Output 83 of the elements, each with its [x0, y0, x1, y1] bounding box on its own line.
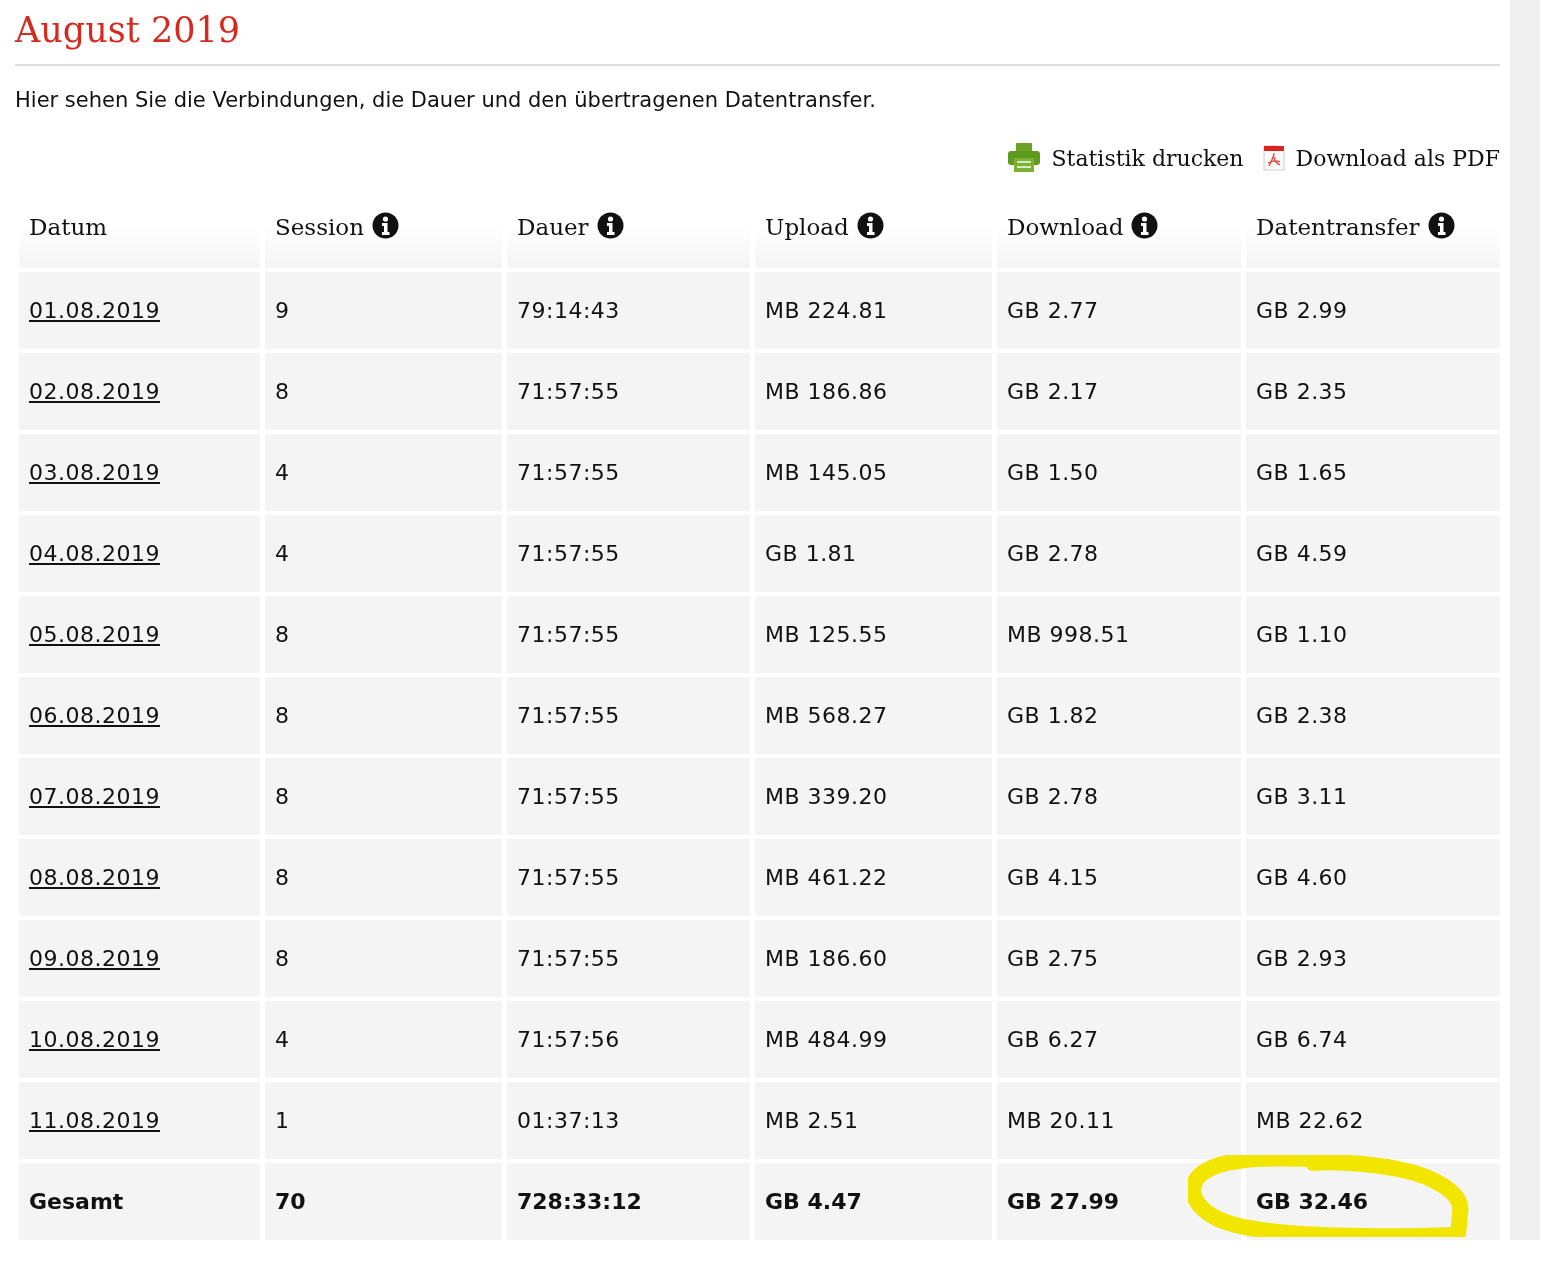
- download-link[interactable]: Download als PDF: [1261, 145, 1500, 171]
- date-link[interactable]: 06.08.2019: [29, 703, 160, 728]
- table-cell: MB 186.60: [765, 946, 888, 971]
- table-cell: MB 998.51: [1007, 622, 1130, 647]
- table-cell: MB 568.27: [765, 703, 888, 728]
- table-cell: 1: [275, 1108, 290, 1133]
- date-link[interactable]: 09.08.2019: [29, 946, 160, 971]
- table-cell: MB 339.20: [765, 784, 888, 809]
- table-cell: 4: [275, 541, 290, 566]
- table-cell: MB 145.05: [765, 460, 888, 485]
- table-cell: GB 4.60: [1256, 865, 1348, 890]
- print-link[interactable]: Statistik drucken: [1007, 142, 1244, 174]
- table-cell: MB 2.51: [765, 1108, 859, 1133]
- table-cell: 4: [275, 460, 290, 485]
- table-cell: GB 1.50: [1007, 460, 1099, 485]
- table-cell: 79:14:43: [517, 298, 620, 323]
- table-cell: 9: [275, 298, 290, 323]
- table-cell: MB 186.86: [765, 379, 888, 404]
- table-cell: 8: [275, 703, 290, 728]
- table-cell: 01:37:13: [517, 1108, 620, 1133]
- table-cell: GB 2.78: [1007, 784, 1099, 809]
- table-cell: GB 2.17: [1007, 379, 1099, 404]
- table-cell: GB 2.75: [1007, 946, 1099, 971]
- table-cell: 71:57:55: [517, 865, 620, 890]
- table-cell: MB 484.99: [765, 1027, 888, 1052]
- table-cell: 8: [275, 622, 290, 647]
- table-cell: GB 2.35: [1256, 379, 1348, 404]
- table-cell: 8: [275, 784, 290, 809]
- info-icon[interactable]: [1131, 212, 1159, 239]
- table-cell: MB 461.22: [765, 865, 888, 890]
- table-cell: 8: [275, 379, 290, 404]
- table-cell: GB 2.38: [1256, 703, 1348, 728]
- date-link[interactable]: 10.08.2019: [29, 1027, 160, 1052]
- total-cell: 70: [275, 1189, 306, 1214]
- total-cell: GB 4.47: [765, 1189, 862, 1214]
- table-cell: 8: [275, 946, 290, 971]
- date-link[interactable]: 08.08.2019: [29, 865, 160, 890]
- table-cell: GB 2.78: [1007, 541, 1099, 566]
- date-link[interactable]: 11.08.2019: [29, 1108, 160, 1133]
- table-cell: GB 2.77: [1007, 298, 1099, 323]
- date-link[interactable]: 03.08.2019: [29, 460, 160, 485]
- total-cell: 728:33:12: [517, 1189, 642, 1214]
- page-title: August 2019: [15, 9, 241, 52]
- table-cell: GB 4.59: [1256, 541, 1348, 566]
- table-cell: GB 1.65: [1256, 460, 1348, 485]
- table-cell: 71:57:55: [517, 784, 620, 809]
- info-icon[interactable]: [856, 212, 884, 239]
- date-link[interactable]: 02.08.2019: [29, 379, 160, 404]
- date-link[interactable]: 05.08.2019: [29, 622, 160, 647]
- table-cell: 71:57:55: [517, 703, 620, 728]
- table-cell: GB 6.27: [1007, 1027, 1099, 1052]
- table-cell: MB 20.11: [1007, 1108, 1116, 1133]
- table-cell: MB 22.62: [1256, 1108, 1365, 1133]
- table-cell: GB 3.11: [1256, 784, 1348, 809]
- date-link[interactable]: 01.08.2019: [29, 298, 160, 323]
- table-cell: GB 1.82: [1007, 703, 1099, 728]
- total-label: Gesamt: [29, 1189, 124, 1214]
- table-cell: GB 1.81: [765, 541, 857, 566]
- table-cell: GB 2.99: [1256, 298, 1348, 323]
- date-link[interactable]: 07.08.2019: [29, 784, 160, 809]
- table-cell: 71:57:56: [517, 1027, 620, 1052]
- table-cell: 71:57:55: [517, 379, 620, 404]
- table-cell: 71:57:55: [517, 946, 620, 971]
- table-cell: MB 224.81: [765, 298, 888, 323]
- date-link[interactable]: 04.08.2019: [29, 541, 160, 566]
- table-cell: 71:57:55: [517, 622, 620, 647]
- table-cell: 71:57:55: [517, 460, 620, 485]
- info-icon[interactable]: [372, 212, 399, 239]
- pdf-file-icon: [1261, 145, 1286, 171]
- info-icon[interactable]: [1427, 212, 1455, 239]
- printer-icon: [1007, 142, 1042, 174]
- table-cell: 8: [275, 865, 290, 890]
- table-cell: MB 125.55: [765, 622, 888, 647]
- info-icon[interactable]: [596, 212, 624, 239]
- table-cell: GB 6.74: [1256, 1027, 1348, 1052]
- table-cell: 71:57:55: [517, 541, 620, 566]
- total-cell: GB 27.99: [1007, 1189, 1120, 1214]
- table-cell: 4: [275, 1027, 290, 1052]
- table-cell: GB 4.15: [1007, 865, 1099, 890]
- total-cell: GB 32.46: [1256, 1189, 1369, 1214]
- table-cell: GB 2.93: [1256, 946, 1348, 971]
- table-cell: GB 1.10: [1256, 622, 1348, 647]
- intro-text: Hier sehen Sie die Verbindungen, die Dauer und den übertragenen Datentransfer.: [15, 87, 877, 114]
